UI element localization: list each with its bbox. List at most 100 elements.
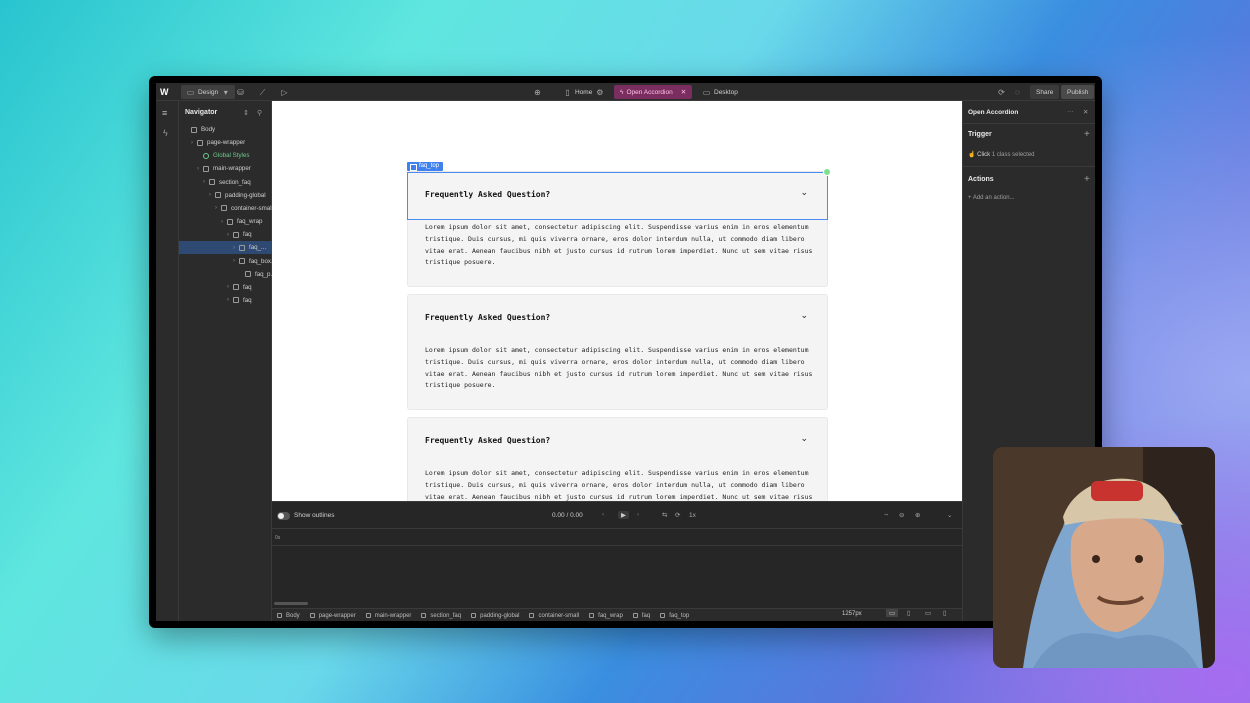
faq-item[interactable]: Frequently Asked Question? ⌄ Lorem ipsum d…	[407, 417, 828, 501]
add-keyframe-icon[interactable]: ⇆	[662, 511, 667, 519]
element-box-icon	[203, 165, 209, 172]
chevron-down-icon[interactable]: ⌄	[800, 433, 808, 444]
desktop-breakpoint-icon[interactable]: ▭	[886, 609, 899, 617]
timeline-scrollbar[interactable]	[274, 602, 308, 605]
navigator-item[interactable]: › page-wrapper	[179, 136, 272, 149]
navigator-item-label: faq_box...	[249, 257, 272, 265]
navigator-item[interactable]: Global Styles	[179, 149, 272, 162]
navigator-item[interactable]: Body	[179, 123, 272, 136]
breadcrumb-label: Body	[286, 612, 300, 619]
gear-icon[interactable]: ⚙	[595, 88, 604, 97]
pin-icon[interactable]: ⚲	[257, 109, 262, 117]
breakpoint-selector[interactable]: ▭ Desktop	[702, 85, 738, 99]
time-display: 0.00 / 0.00	[552, 512, 583, 519]
element-box-icon	[233, 297, 239, 304]
add-action-icon[interactable]: +	[1084, 174, 1090, 185]
brush-icon: ▭	[186, 87, 195, 97]
speed-label[interactable]: 1x	[689, 512, 696, 519]
share-button[interactable]: Share	[1030, 85, 1060, 99]
add-trigger-icon[interactable]: +	[1084, 129, 1090, 140]
faq-item[interactable]: Frequently Asked Question? ⌄ Lorem ipsum d…	[407, 294, 828, 410]
chevron-down-icon: ▾	[223, 87, 228, 97]
analyze-icon[interactable]: ⟋	[258, 85, 267, 99]
element-box-icon	[239, 244, 245, 251]
interactions-icon[interactable]: ϟ	[163, 128, 168, 138]
mobile-icon[interactable]: ▯	[943, 609, 947, 617]
navigator-item[interactable]: › section_faq	[179, 176, 272, 189]
left-rail: ≡ ϟ	[156, 101, 179, 621]
close-icon[interactable]: ✕	[681, 88, 686, 96]
comment-icon[interactable]: ◌	[1013, 85, 1022, 99]
navigator-item[interactable]: › main-wrapper	[179, 162, 272, 175]
prev-icon[interactable]: ‹	[602, 511, 604, 518]
chevron-down-icon[interactable]: ⌄	[800, 310, 808, 321]
element-box-icon	[277, 613, 282, 618]
navigator-item[interactable]: › padding-global	[179, 189, 272, 202]
element-box-icon	[215, 192, 221, 199]
navigator-item-label: container-small	[231, 204, 272, 212]
globe-icon[interactable]: ⊕	[533, 85, 542, 99]
navigator-item[interactable]: faq_p...	[179, 268, 272, 281]
navigator-item[interactable]: › container-small	[179, 202, 272, 215]
close-panel-icon[interactable]: ✕	[1083, 108, 1088, 116]
breadcrumb-label: section_faq	[430, 612, 462, 619]
fit-icon[interactable]: ⇔	[883, 511, 890, 518]
zoom-out-icon[interactable]: ⊖	[899, 511, 904, 519]
navigator-item[interactable]: › faq_...	[179, 241, 272, 255]
cms-icon[interactable]: ⛁	[236, 85, 245, 99]
navigator-icon[interactable]: ≡	[162, 108, 167, 118]
breadcrumb-item[interactable]: main-wrapper	[361, 613, 417, 619]
next-icon[interactable]: ›	[637, 511, 639, 518]
add-action-link[interactable]: + Add an action...	[968, 195, 1015, 201]
breadcrumb-item[interactable]: faq	[628, 613, 655, 619]
zoom-in-icon[interactable]: ⊕	[915, 511, 920, 519]
navigator-item[interactable]: › faq	[179, 281, 272, 294]
navigator-item-label: Body	[201, 126, 216, 133]
navigator-item[interactable]: › faq_wrap	[179, 215, 272, 228]
bolt-icon: ϟ	[620, 88, 624, 96]
design-mode-dropdown[interactable]: ▭ Design ▾	[181, 85, 236, 99]
element-box-icon	[632, 613, 638, 618]
faq-top[interactable]: Frequently Asked Question? ⌄	[408, 418, 827, 464]
interaction-pill[interactable]: ϟ Open Accordion ✕	[614, 85, 693, 99]
loop-icon[interactable]: ⟳	[675, 511, 680, 519]
more-icon[interactable]: ···	[1067, 108, 1074, 115]
navigator-item[interactable]: › faq	[179, 294, 272, 307]
play-icon[interactable]: ▶	[618, 511, 629, 519]
navigator-item[interactable]: ›faq_box...	[179, 255, 272, 268]
publish-button[interactable]: Publish	[1061, 85, 1095, 99]
chevron-down-icon[interactable]: ⌄	[947, 511, 952, 519]
breadcrumb-item[interactable]: page-wrapper	[305, 613, 361, 619]
breadcrumb-label: faq_wrap	[598, 612, 623, 619]
navigator-item[interactable]: › faq	[179, 228, 272, 241]
navigator-panel: Navigator ⇕ ⚲ Body › page-wrapper Global St…	[179, 101, 272, 621]
element-box-icon	[191, 126, 197, 133]
landscape-icon[interactable]: ▭	[925, 609, 931, 617]
trigger-row[interactable]: ☝ Click 1 class selected	[968, 151, 1035, 158]
breadcrumb-item[interactable]: section_faq	[416, 613, 466, 619]
divider	[963, 123, 1095, 124]
breadcrumb-item[interactable]: Body	[272, 613, 305, 619]
breadcrumb-item[interactable]: container-small	[524, 613, 584, 619]
webflow-logo[interactable]: W	[160, 85, 169, 99]
collapse-icon[interactable]: ⇕	[243, 109, 249, 117]
element-box-icon	[589, 613, 595, 618]
faq-top[interactable]: Frequently Asked Question? ⌄	[408, 295, 827, 341]
design-canvas[interactable]: Frequently Asked Question? ⌄ Lorem ipsum d…	[272, 101, 962, 501]
trigger-heading: Trigger	[968, 131, 992, 138]
selected-element-tag[interactable]: faq_top	[407, 162, 444, 171]
page-selector[interactable]: ▯ Home ⚙	[563, 85, 604, 99]
timeline-ruler[interactable]: 0s	[272, 528, 962, 546]
selection-outline	[407, 172, 828, 220]
tablet-icon[interactable]: ▯	[907, 609, 911, 617]
sync-icon[interactable]: ⟳	[997, 85, 1006, 99]
breadcrumb-item[interactable]: padding-global	[466, 613, 524, 619]
breadcrumb-item[interactable]: faq_wrap	[584, 613, 628, 619]
element-box-icon	[660, 613, 666, 618]
breadcrumb-item[interactable]: faq_top	[655, 613, 694, 619]
interaction-handle[interactable]	[823, 168, 831, 176]
pointer-icon: ☝	[968, 152, 976, 158]
navigator-item-label: faq_...	[249, 244, 267, 252]
preview-icon[interactable]: ▷	[280, 85, 289, 99]
show-outlines-toggle[interactable]	[277, 512, 290, 520]
